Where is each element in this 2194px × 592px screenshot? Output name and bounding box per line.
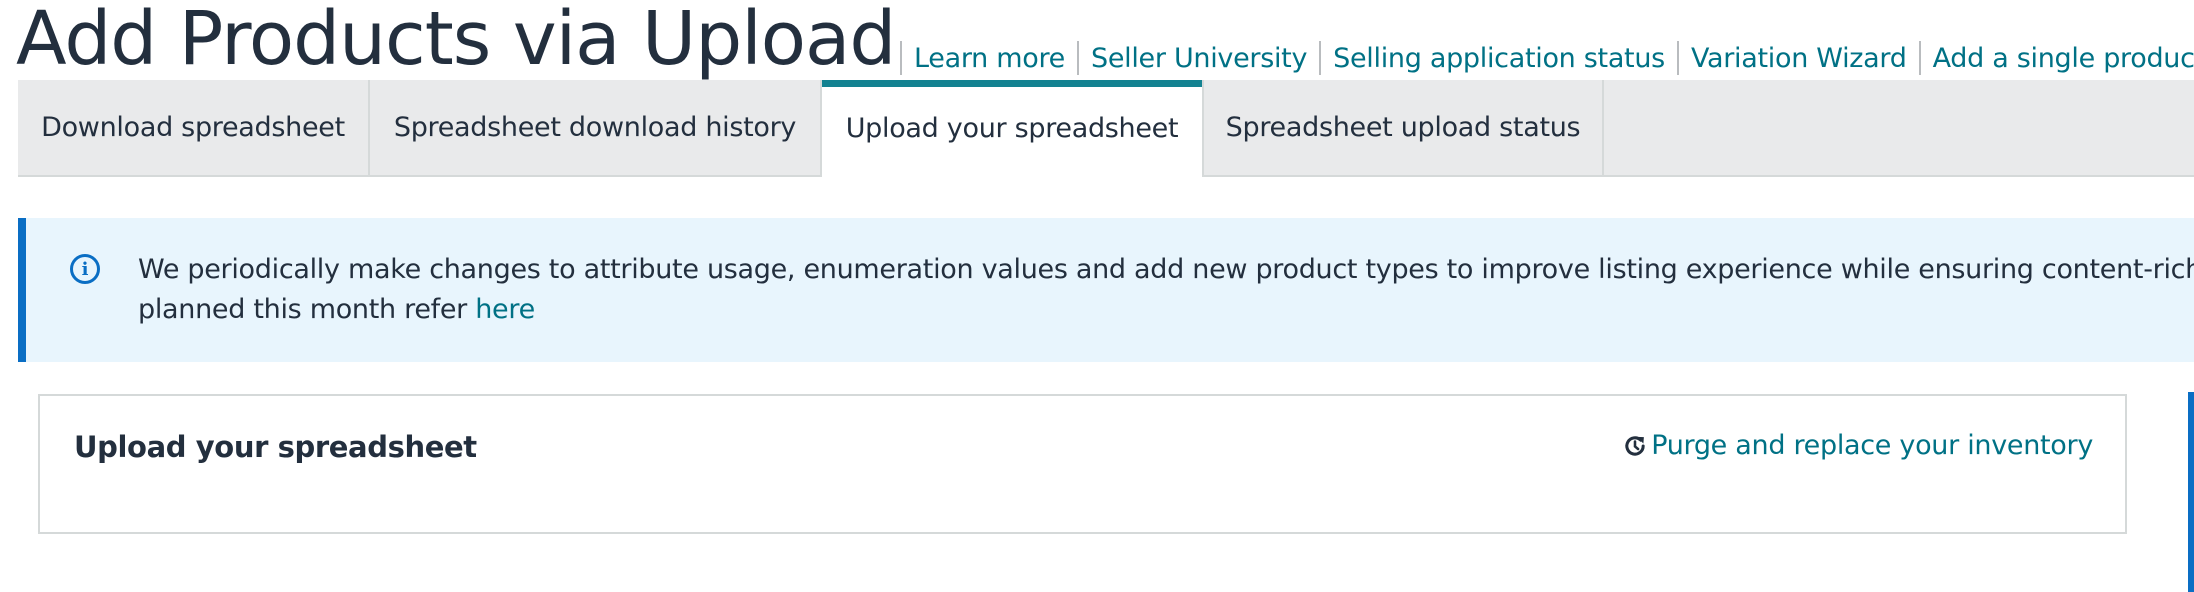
link-separator — [1077, 41, 1079, 75]
banner-message: We periodically make changes to attribut… — [138, 250, 2194, 330]
header-link-item: Add a single product — [1907, 41, 2194, 75]
tab-download-spreadsheet[interactable]: Download spreadsheet — [18, 80, 370, 175]
link-separator — [1918, 41, 1921, 75]
tab-spreadsheet-download-history[interactable]: Spreadsheet download history — [370, 80, 822, 175]
banner-line-1: We periodically make changes to attribut… — [138, 254, 2194, 285]
add-single-product-link[interactable]: Add a single product — [1933, 43, 2194, 74]
banner-line-2: planned this month refer here — [138, 290, 2194, 330]
link-separator — [1319, 41, 1322, 75]
purge-label: Purge and replace your inventory — [1651, 430, 2093, 461]
seller-university-link[interactable]: Seller University — [1091, 43, 1307, 74]
purge-and-replace-link[interactable]: Purge and replace your inventory — [1621, 430, 2093, 461]
learn-more-link[interactable]: Learn more — [914, 43, 1065, 74]
banner-line-2-text: planned this month refer — [138, 294, 476, 325]
info-banner: i We periodically make changes to attrib… — [18, 218, 2194, 362]
header-link-item: Seller University — [1065, 41, 1307, 75]
card-title: Upload your spreadsheet — [74, 430, 477, 464]
link-separator — [900, 41, 902, 75]
banner-here-link[interactable]: here — [475, 294, 535, 325]
header-link-item: Learn more — [888, 41, 1065, 75]
tab-strip: Download spreadsheet Spreadsheet downloa… — [18, 80, 2194, 177]
header-links: Learn more Seller University Selling app… — [888, 38, 2194, 78]
side-panel-edge — [2188, 392, 2194, 592]
upload-card: Upload your spreadsheet Purge and replac… — [38, 394, 2127, 534]
page-title: Add Products via Upload — [16, 0, 896, 82]
link-separator — [1676, 41, 1679, 75]
history-clock-icon — [1625, 435, 1645, 456]
tab-spreadsheet-upload-status[interactable]: Spreadsheet upload status — [1204, 80, 1604, 175]
info-icon: i — [70, 254, 100, 284]
selling-application-status-link[interactable]: Selling application status — [1333, 43, 1665, 74]
variation-wizard-link[interactable]: Variation Wizard — [1691, 43, 1907, 74]
tab-upload-your-spreadsheet[interactable]: Upload your spreadsheet — [822, 80, 1204, 177]
header-link-item: Variation Wizard — [1665, 41, 1907, 75]
header-link-item: Selling application status — [1307, 41, 1665, 75]
